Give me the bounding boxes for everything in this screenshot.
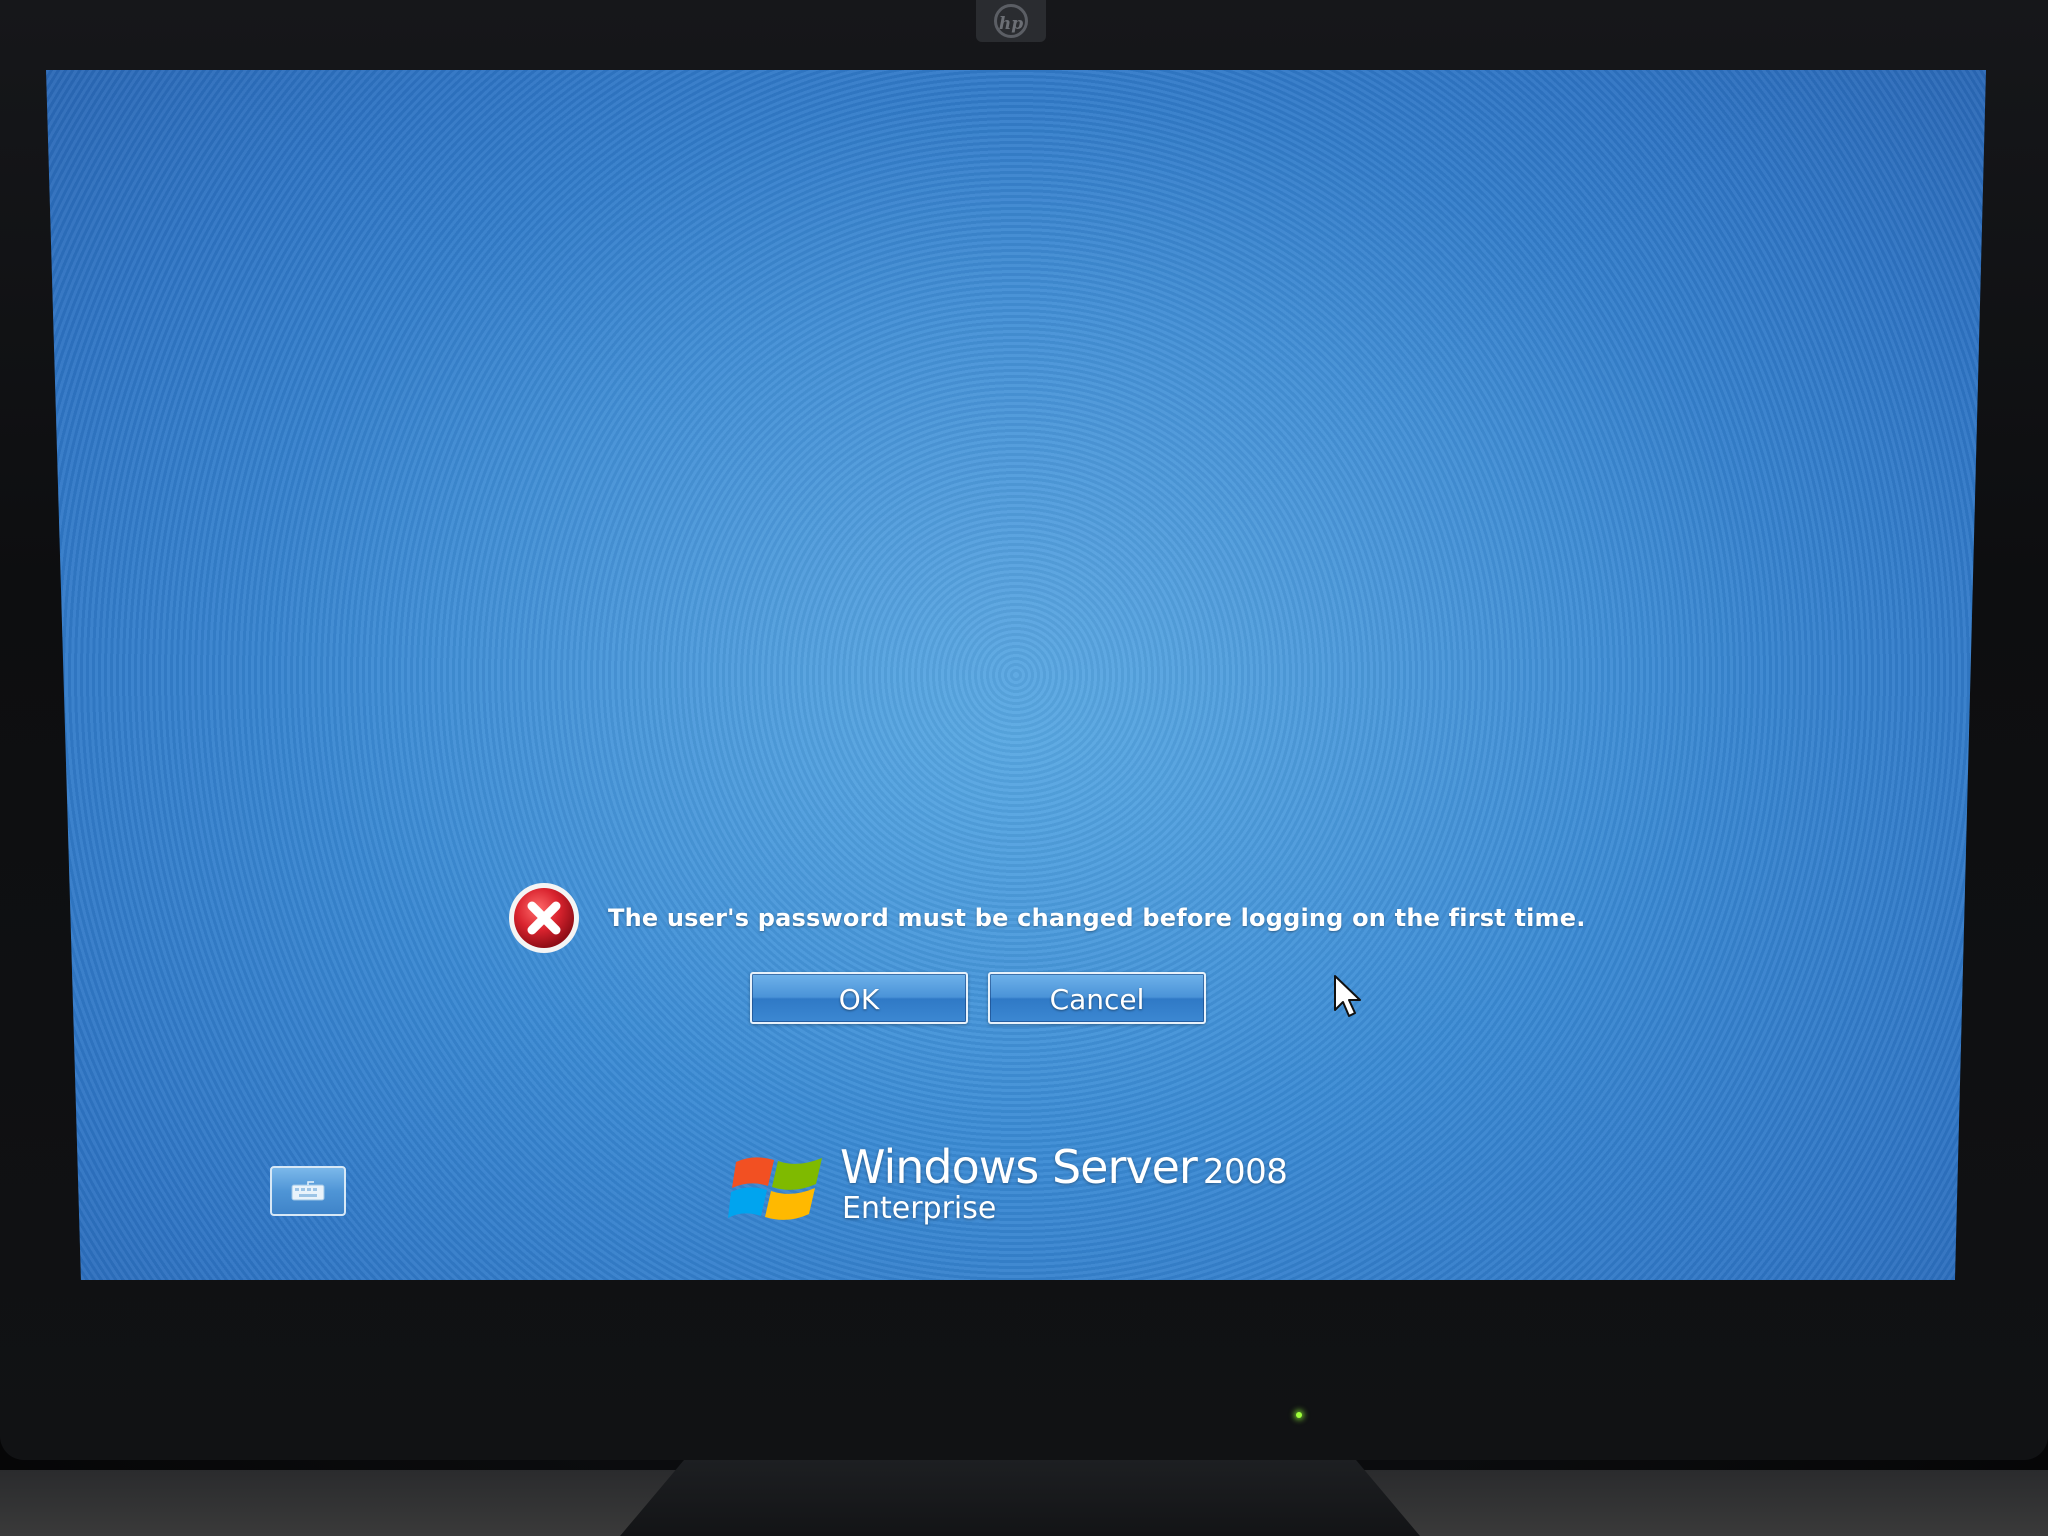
monitor-stand	[620, 1460, 1420, 1536]
hp-logo: hp	[976, 0, 1046, 42]
keyboard-icon	[291, 1181, 325, 1201]
product-name: Windows Server	[840, 1140, 1198, 1194]
power-led	[1296, 1412, 1302, 1418]
ok-button[interactable]: OK	[750, 972, 968, 1024]
mouse-cursor-icon	[1334, 975, 1361, 1017]
error-icon	[509, 883, 579, 953]
error-message-row: The user's password must be changed befo…	[506, 880, 1586, 956]
hp-logo-text: hp	[994, 4, 1028, 38]
monitor-bezel: hp The user's password must be changed b…	[0, 0, 2048, 1460]
logon-screen: The user's password must be changed befo…	[46, 70, 1986, 1280]
windows-logo-icon	[728, 1157, 822, 1220]
ease-of-access-keyboard-button[interactable]	[270, 1166, 346, 1216]
product-version: 2008	[1202, 1152, 1288, 1192]
brand-text: Windows Server 2008 Enterprise	[840, 1140, 1288, 1226]
product-edition: Enterprise	[842, 1191, 997, 1226]
windows-server-branding: Windows Server 2008 Enterprise	[728, 1140, 1288, 1226]
error-message-text: The user's password must be changed befo…	[608, 904, 1586, 932]
cancel-button[interactable]: Cancel	[988, 972, 1206, 1024]
brand-title: Windows Server 2008	[840, 1140, 1288, 1194]
photo-scene: hp The user's password must be changed b…	[0, 0, 2048, 1536]
